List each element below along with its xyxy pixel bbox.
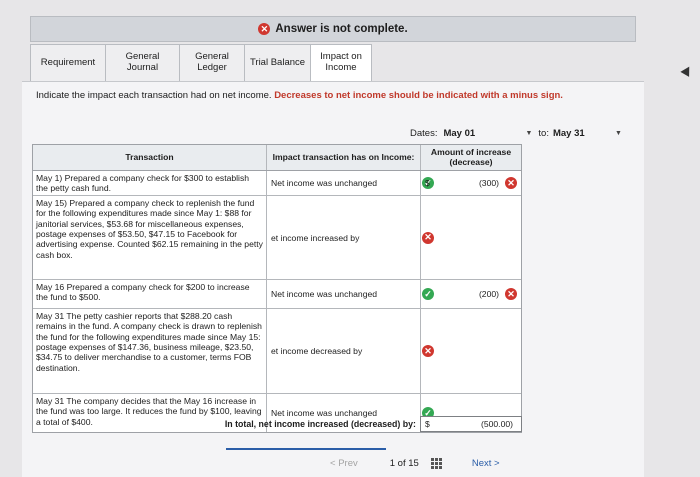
tab-impact-on-income[interactable]: Impact on Income — [310, 44, 372, 82]
impact-table: Transaction Impact transaction has on In… — [32, 144, 522, 433]
table-row: May 31 The petty cashier reports that $2… — [33, 309, 521, 394]
header-amount: Amount of increase (decrease) — [430, 147, 512, 167]
mouse-cursor-icon — [680, 64, 694, 77]
grid-icon[interactable] — [430, 457, 442, 469]
amount-input[interactable] — [421, 309, 521, 393]
tab-requirement[interactable]: Requirement — [30, 44, 106, 82]
amount-input[interactable]: (200) ✕ — [421, 280, 521, 308]
pagination: < Prev 1 of 15 Next > — [330, 455, 530, 471]
impact-select[interactable]: et income increased by ✕ — [267, 196, 434, 279]
table-row: May 16 Prepared a company check for $200… — [33, 280, 521, 309]
error-x-icon: ✕ — [505, 177, 517, 189]
total-label: In total, net income increased (decrease… — [224, 419, 416, 429]
date-to-select[interactable]: May 31 — [553, 128, 615, 139]
status-banner: ✕ Answer is not complete. — [30, 16, 636, 42]
table-header: Transaction Impact transaction has on In… — [33, 145, 521, 171]
instructions: Indicate the impact each transaction had… — [36, 90, 563, 101]
tab-general-journal[interactable]: General Journal — [105, 44, 180, 82]
amount-input[interactable]: $ (300) ✕ — [421, 171, 521, 195]
chevron-down-icon[interactable]: ▼ — [525, 130, 532, 137]
header-transaction: Transaction — [33, 145, 267, 170]
divider — [226, 448, 386, 450]
impact-select[interactable]: Net income was unchanged ✓ — [267, 171, 434, 195]
amount-input[interactable] — [421, 196, 521, 279]
error-x-icon: ✕ — [505, 288, 517, 300]
table-row: May 15) Prepared a company check to repl… — [33, 196, 521, 280]
tab-general-ledger[interactable]: General Ledger — [179, 44, 245, 82]
prev-button[interactable]: < Prev — [330, 458, 358, 469]
transaction-text: May 31 The petty cashier reports that $2… — [33, 309, 267, 393]
total-row: In total, net income increased (decrease… — [32, 416, 522, 432]
transaction-text: May 1) Prepared a company check for $300… — [33, 171, 267, 195]
date-from-select[interactable]: May 01 — [443, 128, 525, 139]
transaction-text: May 15) Prepared a company check to repl… — [33, 196, 267, 279]
header-impact: Impact transaction has on Income: — [267, 145, 421, 170]
tab-bar: Requirement General Journal General Ledg… — [30, 44, 372, 82]
date-range: Dates: May 01 ▼ to: May 31 ▼ — [410, 127, 622, 139]
next-button[interactable]: Next > — [472, 458, 500, 469]
total-amount-input[interactable]: $ (500.00) — [420, 416, 522, 432]
banner-text: Answer is not complete. — [275, 23, 408, 35]
chevron-down-icon[interactable]: ▼ — [615, 130, 622, 137]
impact-select[interactable]: et income decreased by ✕ — [267, 309, 434, 393]
page-indicator: 1 of 15 — [389, 457, 419, 469]
impact-select[interactable]: Net income was unchanged ✓ — [267, 280, 434, 308]
table-row: May 1) Prepared a company check for $300… — [33, 171, 521, 196]
transaction-text: May 16 Prepared a company check for $200… — [33, 280, 267, 308]
tab-trial-balance[interactable]: Trial Balance — [244, 44, 311, 82]
error-x-icon: ✕ — [258, 23, 271, 35]
